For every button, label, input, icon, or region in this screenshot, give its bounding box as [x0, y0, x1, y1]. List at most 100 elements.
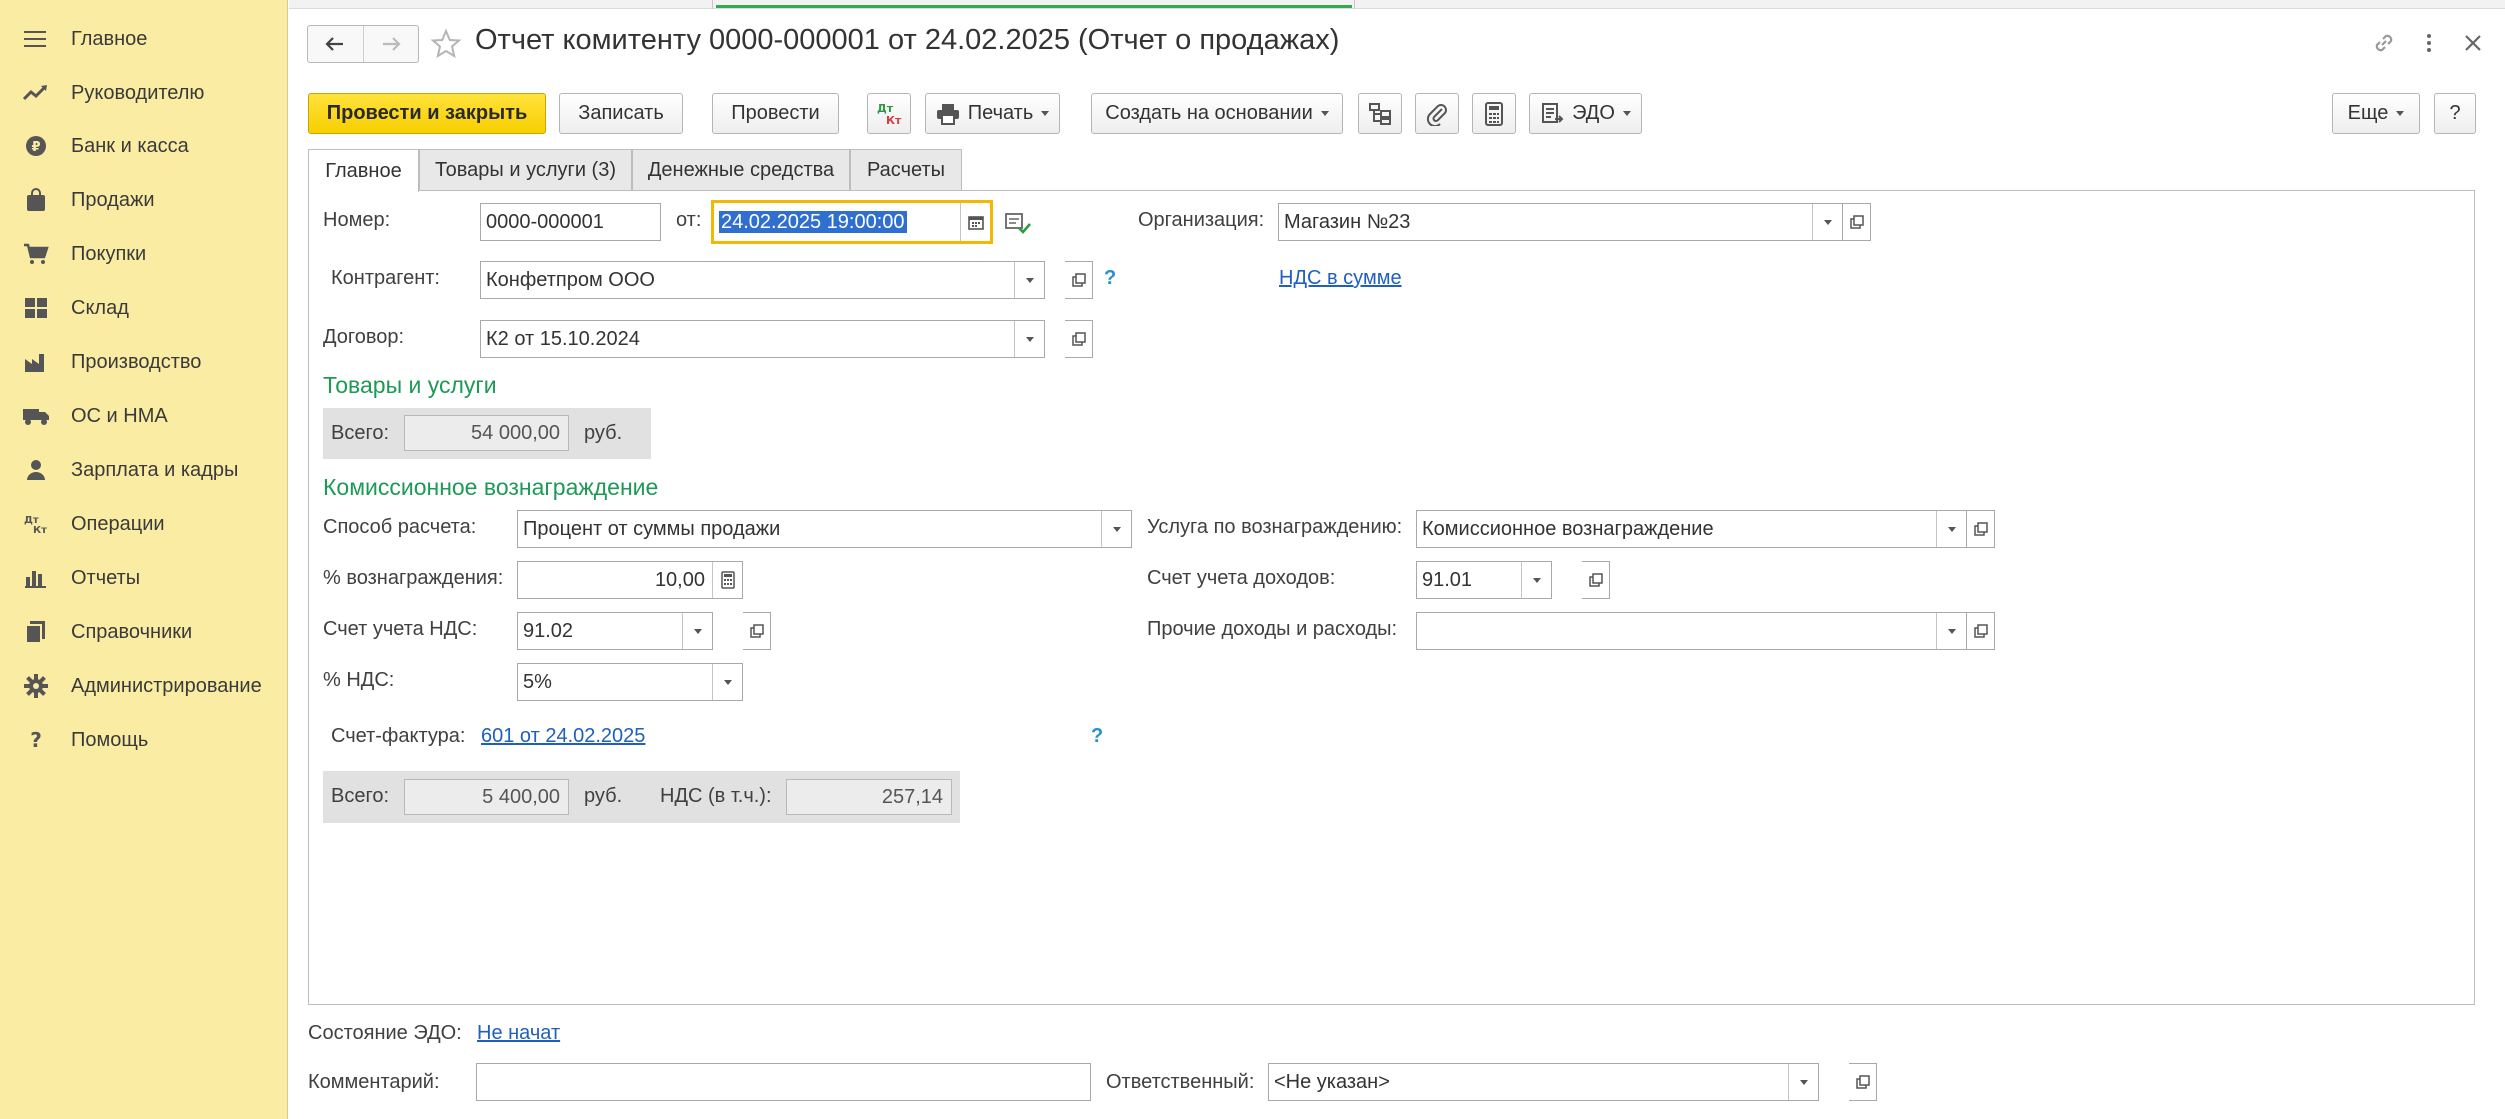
save-button[interactable]: Записать — [559, 93, 683, 134]
sidebar-item-admin[interactable]: Администрирование — [0, 662, 288, 710]
print-button[interactable]: Печать — [925, 93, 1060, 134]
sidebar-item-label: Банк и касса — [71, 134, 189, 157]
hierarchy-icon — [1369, 102, 1391, 125]
arrow-left-icon — [325, 37, 344, 51]
sidebar-item-reports[interactable]: Отчеты — [0, 554, 288, 602]
sidebar-item-main[interactable]: Главное — [0, 15, 288, 63]
service-value: Комиссионное вознаграждение — [1422, 517, 1714, 540]
vat-in-sum-link[interactable]: НДС в сумме — [1279, 267, 1402, 290]
comment-input[interactable] — [476, 1063, 1091, 1101]
sidebar-item-label: ОС и НМА — [71, 404, 168, 427]
sidebar-item-assets[interactable]: ОС и НМА — [0, 392, 288, 440]
sidebar-item-catalogs[interactable]: Справочники — [0, 608, 288, 656]
chevron-down-icon[interactable] — [1101, 511, 1131, 547]
invoice-help-icon[interactable]: ? — [1091, 725, 1103, 748]
edo-button[interactable]: ЭДО — [1529, 93, 1642, 134]
sidebar-item-warehouse[interactable]: Склад — [0, 284, 288, 332]
sidebar-item-operations[interactable]: Дт Кт Операции — [0, 500, 288, 548]
responsible-value: <Не указан> — [1274, 1070, 1390, 1093]
chevron-down-icon[interactable] — [1014, 321, 1044, 357]
sidebar-item-label: Администрирование — [71, 674, 262, 697]
attach-file-button[interactable] — [1415, 93, 1459, 134]
tab-main[interactable]: Главное — [308, 149, 419, 192]
more-vertical-icon[interactable] — [2414, 28, 2444, 58]
open-organization-icon[interactable] — [1843, 203, 1871, 241]
sidebar-item-label: Помощь — [71, 728, 149, 751]
favorite-star-icon[interactable] — [430, 28, 462, 60]
counterparty-help-icon[interactable]: ? — [1104, 267, 1116, 290]
post-button[interactable]: Провести — [712, 93, 839, 134]
commission-total-currency: руб. — [584, 785, 623, 807]
invoice-link[interactable]: 601 от 24.02.2025 — [481, 725, 645, 748]
chevron-down-icon[interactable] — [1812, 204, 1842, 240]
date-field[interactable]: 24.02.2025 19:00:00 — [711, 200, 993, 244]
warehouse-grid-icon — [22, 294, 50, 322]
chevron-down-icon[interactable] — [1936, 613, 1966, 649]
chevron-down-icon[interactable] — [1788, 1064, 1818, 1100]
calc-method-select[interactable]: Процент от суммы продажи — [517, 510, 1132, 548]
calendar-icon[interactable] — [960, 203, 990, 241]
calculator-button[interactable] — [1472, 93, 1516, 134]
number-field[interactable]: 0000-000001 — [480, 203, 661, 241]
sidebar-item-salary[interactable]: Зарплата и кадры — [0, 446, 288, 494]
open-other-income-icon[interactable] — [1967, 612, 1995, 650]
contract-field[interactable]: К2 от 15.10.2024 — [480, 320, 1045, 358]
person-icon — [22, 456, 50, 484]
document-status-icon[interactable] — [1004, 210, 1032, 236]
sidebar-item-sales[interactable]: Продажи — [0, 176, 288, 224]
forward-button[interactable] — [362, 26, 419, 62]
goods-total-label: Всего: — [331, 422, 389, 444]
open-contract-icon[interactable] — [1065, 320, 1093, 358]
chevron-down-icon[interactable] — [712, 664, 742, 700]
tab-settlements[interactable]: Расчеты — [850, 149, 962, 191]
counterparty-field[interactable]: Конфетпром ООО — [480, 261, 1045, 299]
history-navigation — [307, 25, 419, 63]
chevron-down-icon — [2396, 111, 2405, 116]
commission-percent-field[interactable]: 10,00 — [517, 561, 743, 599]
close-icon[interactable] — [2458, 28, 2488, 58]
goods-total-currency: руб. — [584, 422, 623, 444]
open-counterparty-icon[interactable] — [1065, 261, 1093, 299]
sidebar-item-purchases[interactable]: Покупки — [0, 230, 288, 278]
active-window-tab[interactable] — [716, 5, 1352, 8]
commission-total-value: 5 400,00 — [404, 779, 569, 815]
vat-rate-value: 5% — [523, 670, 552, 693]
tab-goods-services[interactable]: Товары и услуги (3) — [419, 149, 632, 191]
sidebar-item-manager[interactable]: Руководителю — [0, 69, 288, 117]
open-responsible-icon[interactable] — [1849, 1063, 1877, 1101]
service-field[interactable]: Комиссионное вознаграждение — [1416, 510, 1967, 548]
link-icon[interactable] — [2369, 28, 2399, 58]
back-button[interactable] — [308, 26, 363, 62]
chevron-down-icon[interactable] — [682, 613, 712, 649]
arrow-right-icon — [382, 37, 401, 51]
open-income-account-icon[interactable] — [1582, 561, 1610, 599]
help-button[interactable]: ? — [2434, 93, 2476, 134]
commission-total-label: Всего: — [331, 785, 389, 807]
chevron-down-icon — [1320, 111, 1329, 116]
sidebar-item-production[interactable]: Производство — [0, 338, 288, 386]
tab-funds[interactable]: Денежные средства — [632, 149, 850, 191]
post-and-close-button[interactable]: Провести и закрыть — [308, 93, 546, 134]
chevron-down-icon[interactable] — [1014, 262, 1044, 298]
open-vat-account-icon[interactable] — [743, 612, 771, 650]
sidebar-item-bank[interactable]: ₽ Банк и касса — [0, 122, 288, 170]
edo-state-link[interactable]: Не начат — [477, 1022, 560, 1045]
income-account-field[interactable]: 91.01 — [1416, 561, 1552, 599]
more-button[interactable]: Еще — [2332, 93, 2420, 134]
responsible-field[interactable]: <Не указан> — [1268, 1063, 1819, 1101]
counterparty-label: Контрагент: — [331, 267, 440, 289]
counterparty-value: Конфетпром ООО — [486, 268, 655, 291]
chevron-down-icon[interactable] — [1936, 511, 1966, 547]
structure-button[interactable] — [1358, 93, 1402, 134]
calculator-icon[interactable] — [712, 562, 742, 598]
vat-rate-select[interactable]: 5% — [517, 663, 743, 701]
chevron-down-icon[interactable] — [1521, 562, 1551, 598]
sidebar-item-help[interactable]: ? Помощь — [0, 716, 288, 764]
create-based-on-button[interactable]: Создать на основании — [1091, 93, 1343, 134]
other-income-field[interactable] — [1416, 612, 1967, 650]
organization-field[interactable]: Магазин №23 — [1278, 203, 1843, 241]
open-service-icon[interactable] — [1967, 510, 1995, 548]
dt-kt-movements-button[interactable]: Дт Кт — [867, 93, 911, 134]
svg-text:Кт: Кт — [886, 114, 902, 127]
vat-account-field[interactable]: 91.02 — [517, 612, 713, 650]
